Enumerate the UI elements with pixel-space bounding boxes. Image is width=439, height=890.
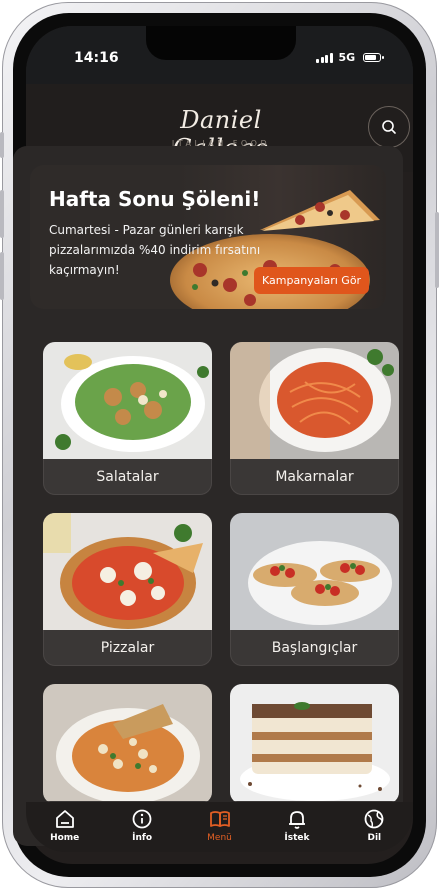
tab-home[interactable]: Home: [26, 802, 103, 852]
pasta-image: [230, 342, 399, 459]
tab-language[interactable]: Dil: [336, 802, 413, 852]
volume-up-button: [0, 190, 4, 238]
soup-image: [43, 684, 212, 801]
tiramisu-image: [230, 684, 399, 801]
promo-banner[interactable]: Hafta Sonu Şöleni! Cumartesi - Pazar gün…: [30, 165, 386, 309]
home-icon: [55, 810, 74, 828]
bottom-tab-bar: Home İnfo Menü İstek Dil: [26, 802, 413, 852]
bell-icon: [288, 811, 305, 829]
status-indicators: 5G: [316, 51, 385, 64]
tab-menu[interactable]: Menü: [181, 802, 258, 852]
category-card-pizzas[interactable]: Pizzalar: [43, 513, 212, 666]
volume-down-button: [0, 252, 4, 300]
search-icon: [382, 120, 396, 134]
network-label: 5G: [338, 51, 356, 64]
category-card-starters[interactable]: Başlangıçlar: [230, 513, 399, 666]
category-card-pasta[interactable]: Makarnalar: [230, 342, 399, 495]
tab-label: Home: [50, 833, 80, 843]
globe-icon: [364, 809, 384, 829]
category-card-salads[interactable]: Salatalar: [43, 342, 212, 495]
status-bar: 14:16 5G: [26, 26, 413, 84]
banner-title: Hafta Sonu Şöleni!: [49, 187, 261, 211]
tab-label: İstek: [284, 833, 310, 843]
category-label: Pizzalar: [100, 640, 155, 656]
mute-switch: [0, 132, 4, 158]
tab-label: Menü: [207, 833, 232, 843]
category-label: Salatalar: [96, 469, 159, 485]
pizza-card-image: [43, 513, 212, 630]
tab-request[interactable]: İstek: [258, 802, 335, 852]
status-time: 14:16: [74, 50, 119, 66]
category-label: Makarnalar: [275, 469, 354, 485]
category-card-soups[interactable]: [43, 684, 212, 804]
bruschetta-image: [230, 513, 399, 630]
search-button[interactable]: [368, 106, 410, 148]
signal-icon: [316, 52, 333, 63]
tab-label: İnfo: [132, 833, 153, 843]
campaigns-button[interactable]: Kampanyaları Gör: [254, 267, 370, 294]
salad-image: [43, 342, 212, 459]
category-card-desserts[interactable]: [230, 684, 399, 804]
tab-info[interactable]: İnfo: [103, 802, 180, 852]
category-label: Başlangıçlar: [271, 640, 358, 656]
menu-book-icon: [209, 811, 230, 827]
banner-text: Cumartesi - Pazar günleri karışık pizzal…: [49, 223, 261, 277]
info-icon: [132, 809, 152, 829]
battery-icon: [363, 53, 385, 62]
power-button: [435, 212, 439, 288]
notch: [146, 26, 296, 60]
tab-label: Dil: [367, 833, 382, 843]
